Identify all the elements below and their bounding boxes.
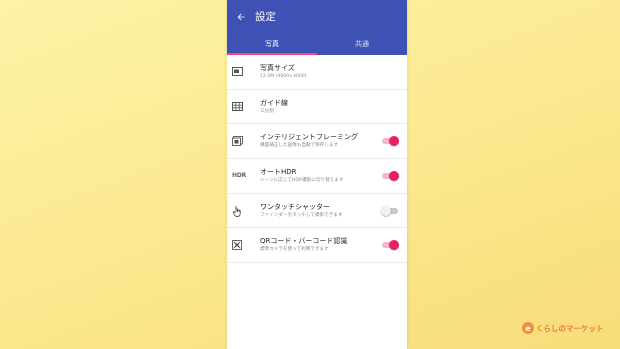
settings-list: 写真サイズ 12.0M (4000×3000) ガイド線 三分割 インテリジェン… — [227, 55, 407, 264]
grid-icon — [232, 102, 243, 112]
watermark-text: くらしのマーケット — [536, 323, 604, 333]
back-button[interactable] — [229, 0, 253, 33]
settings-screen: 設定 写真 共通 写真サイズ 12.0M (4000×3000) ガイド線 三分… — [227, 0, 407, 349]
setting-title: ガイド線 — [260, 98, 288, 107]
setting-qr-barcode[interactable]: QRコード・バーコード認識 標準カメラを使って利用できます — [227, 228, 407, 264]
setting-intelligent-framing[interactable]: インテリジェントフレーミング 構図補正した画像も自動で保存します — [227, 124, 407, 160]
setting-auto-hdr[interactable]: HDR オートHDR シーンに応じてHDR撮影に切り替えます — [227, 159, 407, 194]
qr-code-icon — [232, 240, 242, 251]
setting-guide-lines[interactable]: ガイド線 三分割 — [227, 90, 407, 125]
app-bar: 設定 — [227, 0, 407, 33]
tab-photo[interactable]: 写真 — [227, 33, 317, 55]
watermark: e くらしのマーケット — [522, 322, 604, 334]
framing-toggle[interactable] — [382, 135, 399, 147]
qr-toggle[interactable] — [382, 239, 399, 251]
touch-icon — [232, 205, 241, 217]
hdr-toggle[interactable] — [382, 170, 399, 182]
setting-title: 写真サイズ — [260, 63, 295, 72]
setting-one-touch-shutter[interactable]: ワンタッチシャッター ファインダーをタッチして撮影できます — [227, 194, 407, 229]
tab-bar: 写真 共通 — [227, 33, 407, 55]
one-touch-toggle[interactable] — [381, 205, 398, 217]
framing-icon — [232, 136, 243, 147]
arrow-back-icon — [237, 13, 245, 20]
setting-subtitle: 三分割 — [260, 108, 274, 114]
photo-size-icon — [232, 67, 243, 77]
setting-subtitle: 12.0M (4000×3000) — [260, 73, 307, 79]
hdr-icon: HDR — [232, 172, 247, 180]
setting-photo-size[interactable]: 写真サイズ 12.0M (4000×3000) — [227, 55, 407, 90]
page-title: 設定 — [255, 11, 276, 23]
tab-common[interactable]: 共通 — [317, 33, 407, 55]
watermark-logo-icon: e — [522, 322, 534, 334]
